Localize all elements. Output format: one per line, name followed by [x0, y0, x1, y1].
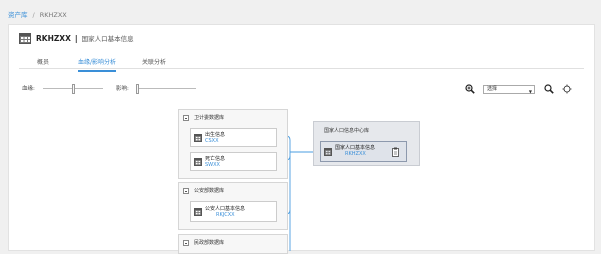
source-group[interactable]: 卫计委数据库 出生信息 CSXX 死亡信息 SWXX	[178, 109, 288, 179]
node-icon	[194, 134, 202, 146]
table-node[interactable]: 死亡信息 SWXX	[190, 152, 277, 171]
group-header: 卫计委数据库	[183, 114, 224, 121]
node-icon	[324, 148, 332, 161]
group-title: 公安部数据库	[194, 188, 225, 194]
group-header: 公安部数据库	[183, 187, 224, 194]
node-code[interactable]: RKJCXX	[205, 212, 245, 218]
table-icon	[194, 158, 202, 166]
collapse-icon[interactable]	[183, 187, 189, 194]
target-group[interactable]: 国家人口信息中心库 国家人口基本信息 RKHZXX	[313, 121, 420, 166]
node-icon	[194, 158, 202, 170]
table-icon	[194, 134, 202, 142]
node-icon	[194, 208, 202, 221]
group-header: 民政部数据库	[183, 239, 224, 246]
selected-table-node[interactable]: 国家人口基本信息 RKHZXX	[320, 141, 407, 162]
collapse-icon[interactable]	[183, 114, 189, 121]
target-group-title: 国家人口信息中心库	[324, 128, 370, 134]
table-node[interactable]: 公安人口基本信息 RKJCXX	[190, 201, 277, 222]
table-icon	[324, 148, 332, 156]
table-icon	[194, 208, 202, 216]
table-node[interactable]: 出生信息 CSXX	[190, 128, 277, 147]
group-title: 民政部数据库	[194, 240, 225, 246]
lineage-edges	[276, 135, 320, 251]
source-group[interactable]: 民政部数据库	[178, 234, 288, 254]
document-icon[interactable]	[392, 147, 400, 157]
node-code[interactable]: RKHZXX	[335, 151, 375, 157]
node-code[interactable]: CSXX	[205, 138, 225, 144]
node-code[interactable]: SWXX	[205, 162, 225, 168]
group-title: 卫计委数据库	[194, 115, 225, 121]
collapse-icon[interactable]	[183, 239, 189, 246]
source-group[interactable]: 公安部数据库 公安人口基本信息 RKJCXX	[178, 182, 288, 230]
